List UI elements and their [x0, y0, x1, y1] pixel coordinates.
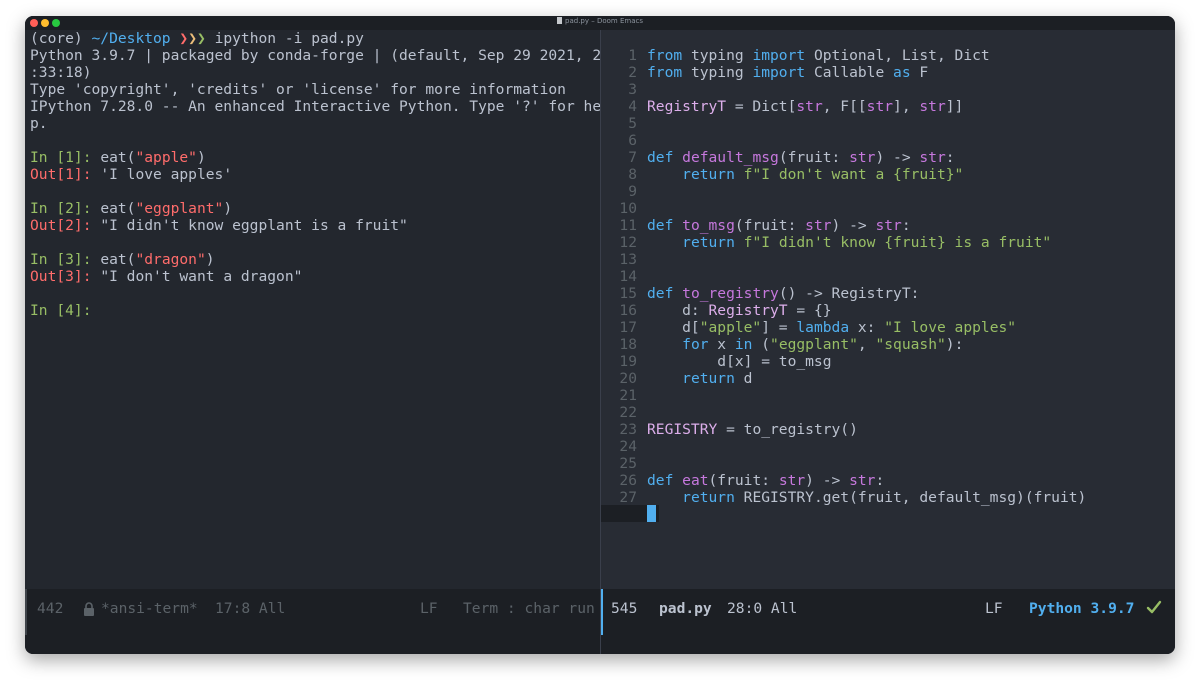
- ipython-input-line: In [2]: eat("eggplant"): [30, 200, 233, 217]
- ipython-current-prompt[interactable]: In [4]:: [30, 302, 92, 319]
- code-line: REGISTRY = to_registry(): [647, 421, 858, 438]
- code-line: d["apple"] = lambda x: "I love apples": [647, 319, 1017, 336]
- major-mode[interactable]: Python 3.9.7: [1029, 600, 1134, 617]
- banner-line: Type 'copyright', 'credits' or 'license'…: [30, 81, 566, 98]
- code-line: return d: [682, 370, 753, 387]
- line-ending[interactable]: LF: [985, 600, 1003, 617]
- editor-pane[interactable]: 1 2 3 4 5 6 7 8 9 10 11 12 13 14 15 16 1…: [601, 30, 1175, 589]
- line-number: 19: [619, 353, 637, 370]
- prompt-env: (core): [30, 30, 83, 47]
- buffer-name[interactable]: pad.py: [659, 600, 712, 617]
- code-line: from typing import Callable as F: [647, 64, 929, 81]
- line-number: 22: [619, 404, 637, 421]
- output-prompt: Out[1]:: [30, 166, 92, 183]
- text-cursor[interactable]: [647, 505, 656, 522]
- line-ending[interactable]: LF: [420, 600, 438, 617]
- banner-line: IPython 7.28.0 -- An enhanced Interactiv…: [30, 98, 610, 115]
- code-line: from typing import Optional, List, Dict: [647, 47, 990, 64]
- ipython-input-line: In [1]: eat("apple"): [30, 149, 206, 166]
- line-number: 1: [628, 47, 637, 64]
- line-number: 10: [619, 200, 637, 217]
- line-number: 20: [619, 370, 637, 387]
- lock-icon: [84, 602, 94, 616]
- cursor-position: 28:0 All: [727, 600, 798, 617]
- ipython-input-line: In [3]: eat("dragon"): [30, 251, 215, 268]
- line-number: 17: [619, 319, 637, 336]
- code-line: return f"I don't want a {fruit}": [682, 166, 964, 183]
- window-title: pad.py – Doom Emacs: [25, 17, 1175, 25]
- ipython-output-line: Out[2]: "I didn't know eggplant is a fru…: [30, 217, 408, 234]
- code-line: return REGISTRY.get(fruit, default_msg)(…: [682, 489, 1087, 506]
- buffer-size: 442: [37, 600, 64, 617]
- line-number: 3: [628, 81, 637, 98]
- line-number: 23: [619, 421, 637, 438]
- checkmark-icon[interactable]: [1146, 599, 1162, 615]
- line-number: 11: [619, 217, 637, 234]
- code-line: def default_msg(fruit: str) -> str:: [647, 149, 955, 166]
- line-number: 27: [619, 489, 637, 506]
- line-number: 21: [619, 387, 637, 404]
- input-prompt: In [3]:: [30, 251, 92, 268]
- cursor-position: 17:8 All: [215, 600, 286, 617]
- code-line: def to_registry() -> RegistryT:: [647, 285, 920, 302]
- banner-line: Python 3.9.7 | packaged by conda-forge |…: [30, 47, 610, 64]
- input-prompt: In [2]:: [30, 200, 92, 217]
- code-line: d[x] = to_msg: [647, 353, 832, 370]
- shell-prompt-line: (core) ~/Desktop ❯❯❯ ipython -i pad.py: [30, 30, 364, 47]
- output-prompt: Out[3]:: [30, 268, 92, 285]
- shell-command: ipython -i pad.py: [214, 30, 364, 47]
- prompt-arrow: ❯: [196, 30, 206, 47]
- code-line: def to_msg(fruit: str) -> str:: [647, 217, 911, 234]
- line-number: 15: [619, 285, 637, 302]
- line-number: 18: [619, 336, 637, 353]
- output-prompt: Out[2]:: [30, 217, 92, 234]
- line-number: 7: [628, 149, 637, 166]
- major-mode[interactable]: Term : char run: [463, 600, 595, 617]
- prompt-directory: ~/Desktop: [91, 30, 171, 47]
- title-bar: pad.py – Doom Emacs: [25, 16, 1175, 30]
- line-number: 2: [628, 64, 637, 81]
- terminal-pane[interactable]: (core) ~/Desktop ❯❯❯ ipython -i pad.py P…: [25, 30, 610, 589]
- prompt-arrow: ❯: [179, 30, 189, 47]
- document-icon: [557, 17, 563, 24]
- ipython-output-line: Out[1]: 'I love apples': [30, 166, 233, 183]
- input-prompt: In [1]:: [30, 149, 92, 166]
- line-number: 26: [619, 472, 637, 489]
- line-number: 12: [619, 234, 637, 251]
- code-line: for x in ("eggplant", "squash"):: [682, 336, 964, 353]
- modeline-terminal: 442 *ansi-term* 17:8 All LF Term : char …: [25, 589, 600, 654]
- line-number: 5: [628, 115, 637, 132]
- modeline-editor: 545 pad.py 28:0 All LF Python 3.9.7: [601, 589, 1175, 654]
- line-number: 25: [619, 455, 637, 472]
- buffer-name[interactable]: *ansi-term*: [101, 600, 198, 617]
- code-line: def eat(fruit: str) -> str:: [647, 472, 885, 489]
- modeline-indicator: [25, 589, 27, 635]
- line-number: 8: [628, 166, 637, 183]
- code-line: RegistryT = Dict[str, F[[str], str]]: [647, 98, 964, 115]
- ipython-output-line: Out[3]: "I don't want a dragon": [30, 268, 303, 285]
- line-number: 14: [619, 268, 637, 285]
- input-prompt: In [4]:: [30, 302, 92, 319]
- buffer-size: 545: [611, 600, 638, 617]
- banner-line: p.: [30, 115, 48, 132]
- code-line: return f"I didn't know {fruit} is a frui…: [682, 234, 1052, 251]
- modeline-indicator: [601, 589, 603, 635]
- line-number: 16: [619, 302, 637, 319]
- line-number: 9: [628, 183, 637, 200]
- banner-line: :33:18): [30, 64, 92, 81]
- code-line: d: RegistryT = {}: [647, 302, 832, 319]
- emacs-window: pad.py – Doom Emacs (core) ~/Desktop ❯❯❯…: [25, 16, 1175, 654]
- line-number: 24: [619, 438, 637, 455]
- prompt-arrow: ❯: [188, 30, 197, 47]
- line-number: 4: [628, 98, 637, 115]
- line-number: 13: [619, 251, 637, 268]
- line-number: 6: [628, 132, 637, 149]
